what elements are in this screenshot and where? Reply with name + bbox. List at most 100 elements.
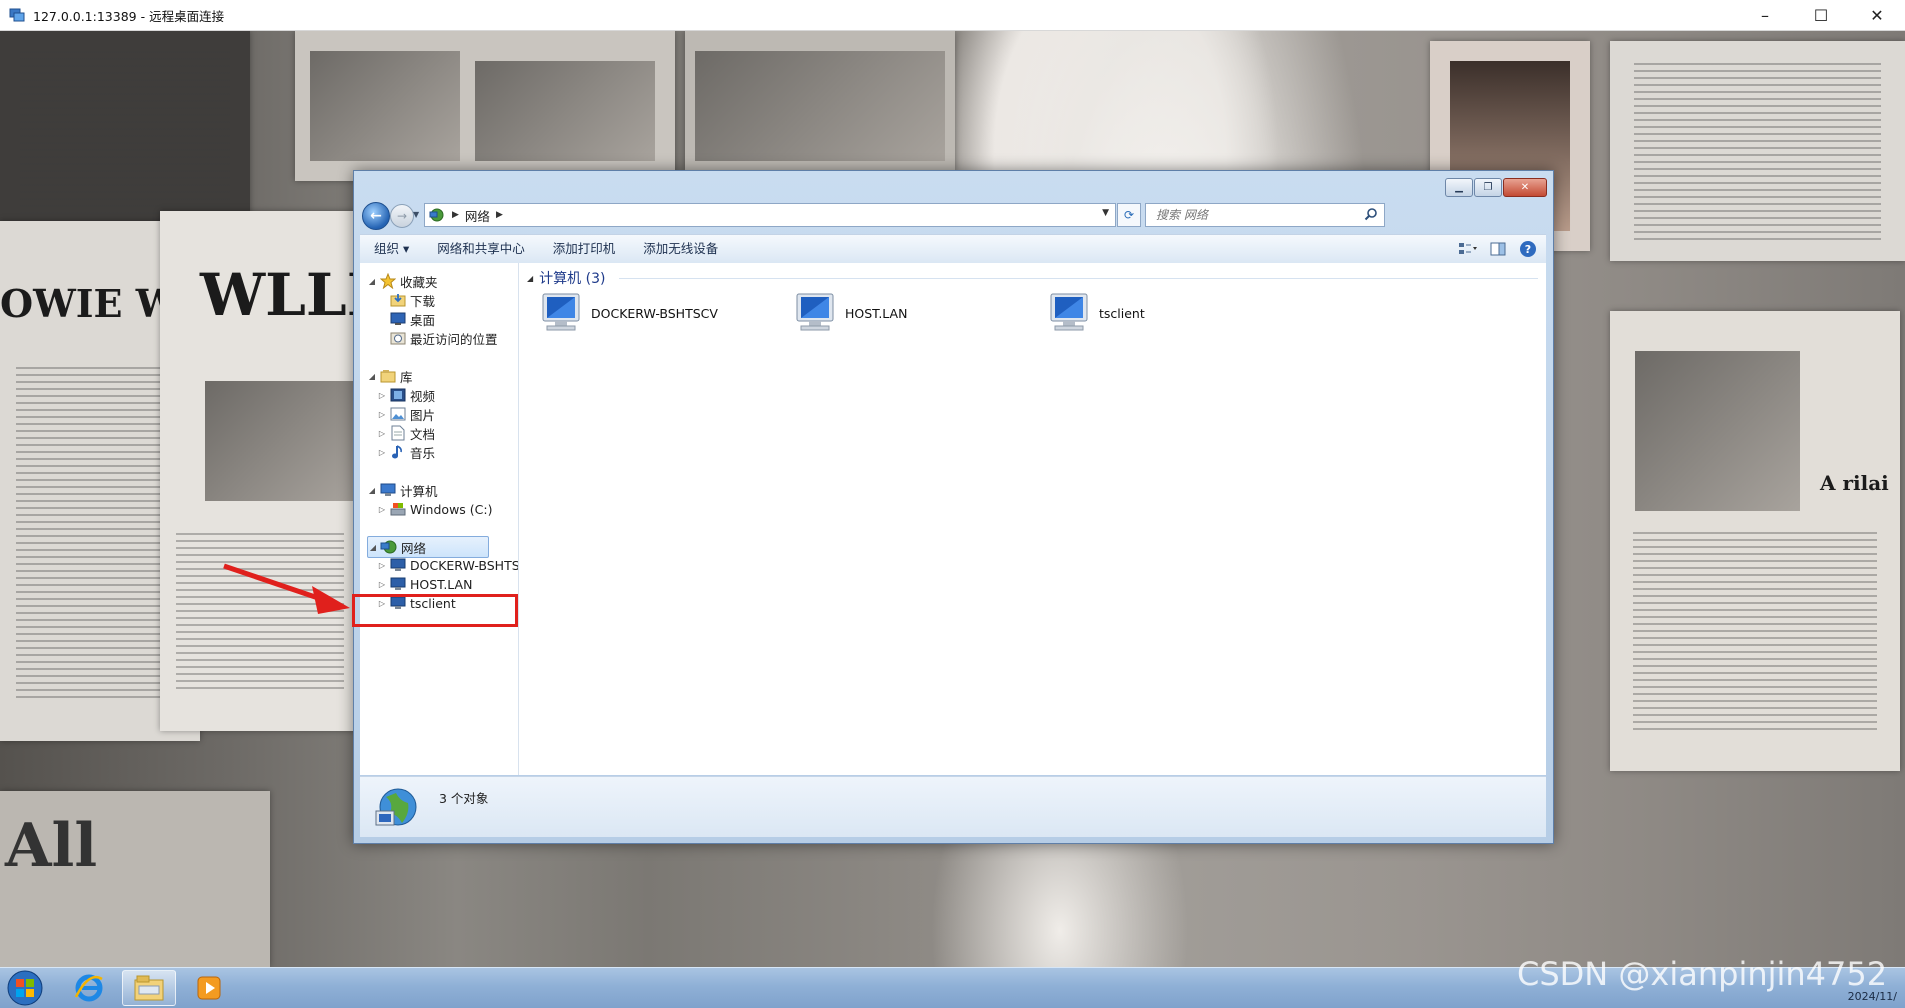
collapse-arrow-icon[interactable]: ◢: [367, 486, 377, 495]
search-input[interactable]: [1154, 204, 1358, 226]
recent-pages-dropdown[interactable]: ▼: [413, 210, 419, 219]
nav-computer[interactable]: ◢ 计算机: [367, 480, 438, 500]
item-count: 3 个对象: [439, 791, 489, 806]
nav-label: 桌面: [410, 312, 436, 328]
desktop-icon: [389, 311, 407, 327]
search-box[interactable]: [1145, 203, 1385, 227]
search-icon[interactable]: [1364, 207, 1378, 221]
taskbar-media-player[interactable]: [182, 970, 236, 1006]
nav-desktop[interactable]: 桌面: [377, 309, 435, 329]
refresh-button[interactable]: ⟳: [1117, 203, 1141, 227]
annotation-arrow-icon: [223, 563, 350, 614]
content-pane: ◢ 计算机 (3) DOCKERW-BSHTSCV HOST.LAN tscli…: [519, 263, 1546, 775]
rdp-close-button[interactable]: ✕: [1849, 0, 1905, 30]
taskbar-internet-explorer[interactable]: [62, 970, 116, 1006]
bg-paper: WLLK: [160, 211, 397, 731]
media-player-icon: [197, 976, 221, 1000]
network-computer-item[interactable]: DOCKERW-BSHTSCV: [539, 289, 718, 337]
nav-label: 下载: [410, 293, 436, 309]
internet-explorer-icon: [74, 974, 103, 1002]
nav-label: 音乐: [410, 445, 436, 461]
nav-favorites[interactable]: ◢ 收藏夹: [367, 271, 438, 291]
expand-arrow-icon[interactable]: ▷: [377, 448, 387, 457]
address-dropdown-icon[interactable]: ▼: [1102, 208, 1109, 218]
library-icon: [379, 368, 397, 384]
nav-label: 库: [400, 369, 413, 385]
remote-desktop-icon: [9, 8, 25, 22]
taskbar-windows-explorer[interactable]: [122, 970, 176, 1006]
explorer-minimize-button[interactable]: ▁: [1445, 178, 1473, 197]
expand-arrow-icon[interactable]: ▷: [377, 505, 387, 514]
add-printer-button[interactable]: 添加打印机: [539, 235, 630, 263]
item-label: HOST.LAN: [845, 305, 908, 321]
downloads-folder-icon: [389, 292, 407, 308]
windows-start-icon: [7, 970, 43, 1006]
navigation-pane: ◢ 收藏夹 下载 桌面 最近访问的位置 ◢ 库 ▷ 视频 ▷ 图片 ▷ 文档 ▷…: [360, 263, 519, 775]
nav-downloads[interactable]: 下载: [377, 290, 435, 310]
group-divider: [619, 278, 1538, 279]
command-bar: 组织 ▾ 网络和共享中心 添加打印机 添加无线设备 ?: [360, 234, 1546, 264]
item-label: tsclient: [1099, 305, 1145, 321]
organize-button[interactable]: 组织 ▾: [360, 235, 423, 263]
rdp-title-bar: 127.0.0.1:13389 - 远程桌面连接 – ☐ ✕: [0, 0, 1905, 31]
nav-pictures[interactable]: ▷ 图片: [377, 404, 435, 424]
expand-arrow-icon[interactable]: ▷: [377, 429, 387, 438]
start-button[interactable]: [4, 969, 46, 1007]
collapse-arrow-icon[interactable]: ◢: [527, 274, 533, 283]
nav-network-item[interactable]: ▷ DOCKERW-BSHTS: [377, 555, 519, 575]
group-header-computers[interactable]: ◢ 计算机 (3): [527, 268, 605, 288]
help-icon[interactable]: ?: [1518, 239, 1538, 259]
chevron-right-icon[interactable]: ▶: [496, 210, 503, 220]
breadcrumb-network[interactable]: 网络: [465, 206, 490, 225]
details-pane: 3 个对象: [360, 776, 1546, 837]
network-computer-item[interactable]: tsclient: [1047, 289, 1145, 337]
bg-paper: All: [0, 791, 270, 967]
back-button[interactable]: ←: [362, 202, 390, 230]
preview-pane-icon[interactable]: [1488, 239, 1508, 259]
explorer-restore-button[interactable]: ❐: [1474, 178, 1502, 197]
nav-label: 视频: [410, 388, 436, 404]
nav-network-item[interactable]: ▷ HOST.LAN: [377, 574, 473, 594]
add-wireless-device-button[interactable]: 添加无线设备: [629, 235, 732, 263]
nav-label: DOCKERW-BSHTS: [410, 557, 519, 573]
bg-paper: [685, 31, 955, 171]
network-computer-icon: [1050, 293, 1088, 331]
network-sharing-center-button[interactable]: 网络和共享中心: [423, 235, 539, 263]
nav-drive-c[interactable]: ▷ Windows (C:): [377, 499, 493, 519]
highlight-annotation-box: [352, 594, 518, 627]
explorer-close-button[interactable]: ✕: [1503, 178, 1547, 197]
nav-music[interactable]: ▷ 音乐: [377, 442, 435, 462]
collapse-arrow-icon[interactable]: ◢: [368, 543, 378, 552]
network-computer-item[interactable]: HOST.LAN: [793, 289, 907, 337]
drive-icon: [389, 501, 407, 517]
folder-icon: [134, 975, 164, 1001]
network-computer-icon: [389, 557, 407, 573]
nav-videos[interactable]: ▷ 视频: [377, 385, 435, 405]
collapse-arrow-icon[interactable]: ◢: [367, 372, 377, 381]
nav-recent-places[interactable]: 最近访问的位置: [377, 328, 498, 348]
address-bar[interactable]: ▶ 网络 ▶ ▼: [424, 203, 1116, 227]
network-computer-icon: [542, 293, 580, 331]
expand-arrow-icon[interactable]: ▷: [377, 410, 387, 419]
nav-label: 最近访问的位置: [410, 331, 498, 347]
star-icon: [379, 273, 397, 289]
csdn-watermark: CSDN @xianpinjin4752: [1517, 955, 1888, 993]
view-options-icon[interactable]: [1458, 239, 1478, 259]
bg-paper: [0, 31, 250, 231]
collapse-arrow-icon[interactable]: ◢: [367, 277, 377, 286]
pictures-icon: [389, 406, 407, 422]
nav-libraries[interactable]: ◢ 库: [367, 366, 413, 386]
expand-arrow-icon[interactable]: ▷: [377, 580, 387, 589]
expand-arrow-icon[interactable]: ▷: [377, 391, 387, 400]
nav-label: 文档: [410, 426, 436, 442]
music-icon: [389, 444, 407, 460]
bg-paper: [295, 31, 675, 181]
rdp-maximize-button[interactable]: ☐: [1793, 0, 1849, 30]
nav-documents[interactable]: ▷ 文档: [377, 423, 435, 443]
rdp-minimize-button[interactable]: –: [1737, 0, 1793, 30]
forward-button[interactable]: →: [390, 204, 414, 228]
chevron-right-icon[interactable]: ▶: [452, 210, 459, 220]
svg-text:?: ?: [1525, 243, 1531, 256]
nav-label: 计算机: [400, 483, 438, 499]
expand-arrow-icon[interactable]: ▷: [377, 561, 387, 570]
